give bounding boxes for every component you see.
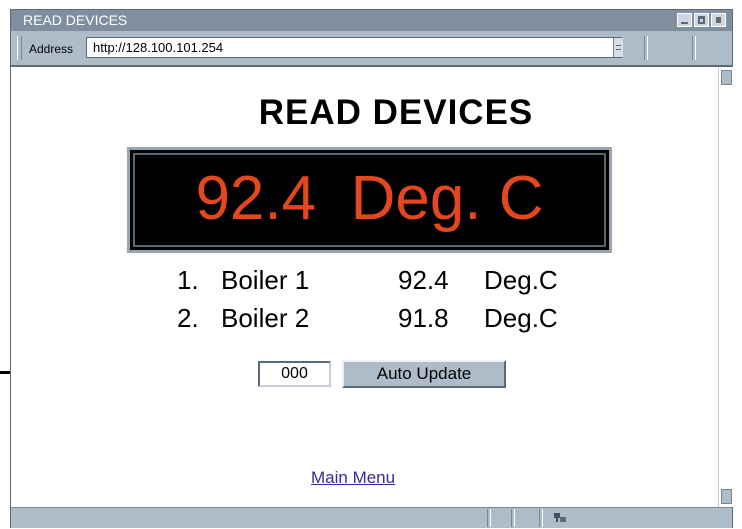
reading-unit: Deg.C — [484, 265, 558, 295]
display-value: 92.4 Deg. C — [195, 164, 544, 233]
scroll-down-button[interactable] — [721, 489, 732, 504]
address-bar: Address http://128.100.101.254 — [11, 31, 732, 67]
minimize-icon[interactable] — [677, 13, 692, 27]
reading-name: Boiler 2 — [221, 303, 310, 333]
reading-unit: Deg.C — [484, 303, 558, 333]
vertical-scrollbar[interactable] — [718, 67, 733, 507]
browser-window: READ DEVICES Address http://128.100.101.… — [10, 9, 733, 528]
status-bar — [11, 507, 732, 528]
reading-name: Boiler 1 — [221, 265, 310, 295]
toolbar-grip[interactable] — [17, 36, 22, 60]
reading-number: 1. — [177, 265, 199, 295]
reading-value: 92.4 — [398, 265, 449, 295]
address-label: Address — [29, 42, 74, 56]
auto-update-button[interactable]: Auto Update — [342, 360, 506, 388]
address-dropdown-button[interactable] — [613, 38, 623, 57]
reading-number: 2. — [177, 303, 199, 333]
temperature-display: 92.4 Deg. C — [127, 147, 612, 253]
readings-list: 1. Boiler 1 92.4 Deg.C 2. Boiler 2 91.8 … — [177, 265, 597, 341]
toolbar-separator — [644, 36, 648, 60]
page-heading: READ DEVICES — [258, 93, 534, 132]
main-menu-link[interactable]: Main Menu — [311, 468, 395, 488]
window-title: READ DEVICES — [23, 12, 128, 28]
reading-value: 91.8 — [398, 303, 449, 333]
page-content: READ DEVICES 92.4 Deg. C 1. Boiler 1 92.… — [11, 67, 717, 507]
scroll-up-button[interactable] — [721, 70, 732, 85]
status-separator — [511, 509, 515, 527]
maximize-icon[interactable] — [694, 13, 709, 27]
title-bar: READ DEVICES — [11, 10, 732, 31]
status-separator — [487, 509, 491, 527]
window-controls — [677, 13, 726, 27]
toolbar-separator — [692, 36, 696, 60]
list-item: 2. Boiler 2 91.8 Deg.C — [177, 303, 597, 341]
list-item: 1. Boiler 1 92.4 Deg.C — [177, 265, 597, 303]
update-counter-field[interactable]: 000 — [258, 361, 331, 387]
status-separator — [539, 509, 543, 527]
close-icon[interactable] — [711, 13, 726, 27]
network-icon — [554, 513, 566, 522]
address-input[interactable]: http://128.100.101.254 — [86, 37, 622, 58]
